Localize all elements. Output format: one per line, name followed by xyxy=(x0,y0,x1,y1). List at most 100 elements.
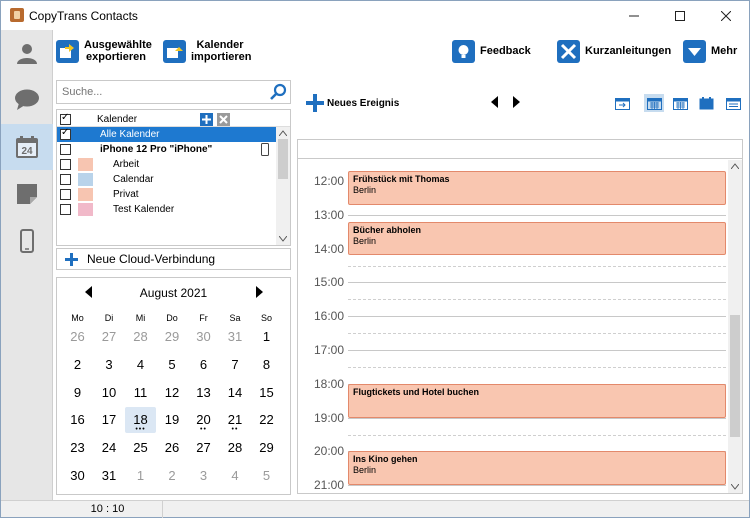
calendar-day[interactable]: 9 xyxy=(62,380,93,406)
calendar-day[interactable]: 4 xyxy=(220,463,251,489)
calendar-event[interactable]: Bücher abholen Berlin xyxy=(348,221,726,256)
calendar-item-privat[interactable]: Privat xyxy=(57,187,277,202)
calendar-day[interactable]: 17 xyxy=(94,407,125,433)
calendar-checkbox[interactable] xyxy=(60,204,71,215)
calendar-checkbox[interactable] xyxy=(60,189,71,200)
calendar-day-number: 9 xyxy=(73,384,82,400)
select-all-checkbox[interactable] xyxy=(60,112,71,125)
calendar-day[interactable]: 2 xyxy=(62,352,93,378)
calendar-day[interactable]: 27 xyxy=(94,324,125,350)
calendar-day[interactable]: 1 xyxy=(251,324,282,350)
calendar-day[interactable]: 6 xyxy=(188,352,219,378)
calendar-checkbox[interactable] xyxy=(60,127,71,140)
import-calendar-button[interactable]: Kalender importieren xyxy=(163,37,252,65)
calendar-event[interactable]: Ins Kino gehen Berlin xyxy=(348,451,726,486)
scroll-thumb[interactable] xyxy=(278,139,288,179)
calendar-day[interactable]: 5 xyxy=(157,352,188,378)
calendar-item-calendar[interactable]: Calendar xyxy=(57,172,277,187)
calendar-day[interactable]: 16 xyxy=(62,407,93,433)
sidebar-item-device[interactable] xyxy=(1,218,53,264)
calendar-day[interactable]: 20 •• xyxy=(188,407,219,433)
next-period-button[interactable] xyxy=(512,96,520,108)
calendar-item-device[interactable]: iPhone 12 Pro "iPhone" xyxy=(57,142,277,157)
quick-guides-label: Kurzanleitungen xyxy=(585,45,672,57)
calendar-day[interactable]: 10 xyxy=(94,380,125,406)
maximize-button[interactable] xyxy=(657,1,703,30)
calendar-day[interactable]: 25 xyxy=(125,435,156,461)
calendar-day[interactable]: 3 xyxy=(94,352,125,378)
export-selected-button[interactable]: Ausgewählte exportieren xyxy=(56,37,152,65)
lightbulb-icon xyxy=(452,39,475,63)
month-view-button[interactable] xyxy=(696,94,716,112)
hour-label: 13:00 xyxy=(313,207,344,222)
next-month-button[interactable] xyxy=(255,286,263,298)
calendar-day[interactable]: 5 xyxy=(251,463,282,489)
half-hour-gridline xyxy=(348,333,726,335)
calendar-day[interactable]: 26 xyxy=(157,435,188,461)
calendar-day[interactable]: 1 xyxy=(125,463,156,489)
quick-guides-button[interactable]: Kurzanleitungen xyxy=(557,37,671,65)
calendar-day[interactable]: 29 xyxy=(157,324,188,350)
sidebar-item-calendar[interactable]: 24 xyxy=(1,124,53,170)
calendar-checkbox[interactable] xyxy=(60,144,71,155)
calendar-day[interactable]: 28 xyxy=(125,324,156,350)
weekday-label: Fr xyxy=(199,313,208,323)
calendar-day[interactable]: 18 ••• xyxy=(125,407,156,434)
calendar-day[interactable]: 14 xyxy=(220,380,251,406)
weekday-label: So xyxy=(260,313,272,323)
calendar-day[interactable]: 3 xyxy=(188,463,219,489)
calendar-checkbox[interactable] xyxy=(60,174,71,185)
calendar-day[interactable]: 27 xyxy=(188,435,219,461)
calendar-day[interactable]: 30 xyxy=(188,324,219,350)
calendar-day[interactable]: 30 xyxy=(62,463,93,489)
calendar-item-all[interactable]: Alle Kalender xyxy=(57,127,277,142)
calendar-day[interactable]: 11 xyxy=(125,380,156,406)
previous-period-button[interactable] xyxy=(491,96,499,108)
calendar-item-test[interactable]: Test Kalender xyxy=(57,202,277,217)
week-view-button[interactable] xyxy=(670,94,690,112)
calendar-checkbox[interactable] xyxy=(60,159,71,170)
minimize-button[interactable] xyxy=(611,1,657,30)
calendar-day[interactable]: 12 xyxy=(157,380,188,406)
calendar-day[interactable]: 8 xyxy=(251,352,282,378)
calendar-day[interactable]: 2 xyxy=(157,463,188,489)
calendar-event[interactable]: Frühstück mit Thomas Berlin xyxy=(348,170,726,205)
calendar-day[interactable]: 15 xyxy=(251,380,282,406)
delete-calendar-button[interactable] xyxy=(217,113,230,126)
day-view-button[interactable] xyxy=(644,94,664,112)
new-event-button[interactable]: Neues Ereignis xyxy=(306,94,399,112)
feedback-button[interactable]: Feedback xyxy=(452,37,531,65)
scroll-thumb[interactable] xyxy=(730,315,740,437)
more-button[interactable]: Mehr xyxy=(683,37,737,65)
hour-label: 20:00 xyxy=(313,444,344,459)
calendar-day[interactable]: 31 xyxy=(94,463,125,489)
calendar-event[interactable]: Flugtickets und Hotel buchen xyxy=(348,383,726,418)
calendar-list-scrollbar[interactable] xyxy=(276,127,290,245)
calendar-day[interactable]: 26 xyxy=(62,324,93,350)
calendar-day[interactable]: 22 xyxy=(251,407,282,433)
add-calendar-button[interactable] xyxy=(200,113,213,126)
calendar-day[interactable]: 24 xyxy=(94,435,125,461)
calendar-day-number: 2 xyxy=(73,356,82,372)
calendar-day[interactable]: 23 xyxy=(62,435,93,461)
sidebar-item-messages[interactable] xyxy=(1,77,53,123)
calendar-day[interactable]: 28 xyxy=(220,435,251,461)
calendar-day[interactable]: 19 xyxy=(157,407,188,433)
calendar-day[interactable]: 31 xyxy=(220,324,251,350)
sidebar-item-notes[interactable] xyxy=(1,171,53,217)
calendar-day[interactable]: 29 xyxy=(251,435,282,461)
new-cloud-connection-button[interactable]: Neue Cloud-Verbindung xyxy=(56,248,291,270)
day-view-scrollbar[interactable] xyxy=(728,160,742,493)
calendar-day[interactable]: 4 xyxy=(125,352,156,378)
calendar-day[interactable]: 21 •• xyxy=(220,407,251,433)
today-view-button[interactable] xyxy=(612,94,632,112)
list-view-button[interactable] xyxy=(723,94,743,112)
calendar-day[interactable]: 13 xyxy=(188,380,219,406)
calendar-item-arbeit[interactable]: Arbeit xyxy=(57,157,277,172)
search-button[interactable] xyxy=(269,83,287,104)
close-button[interactable] xyxy=(703,1,749,30)
list-view-icon xyxy=(725,97,741,110)
search-input[interactable] xyxy=(57,81,257,103)
sidebar-item-contacts[interactable] xyxy=(1,30,53,76)
calendar-day[interactable]: 7 xyxy=(220,352,251,378)
